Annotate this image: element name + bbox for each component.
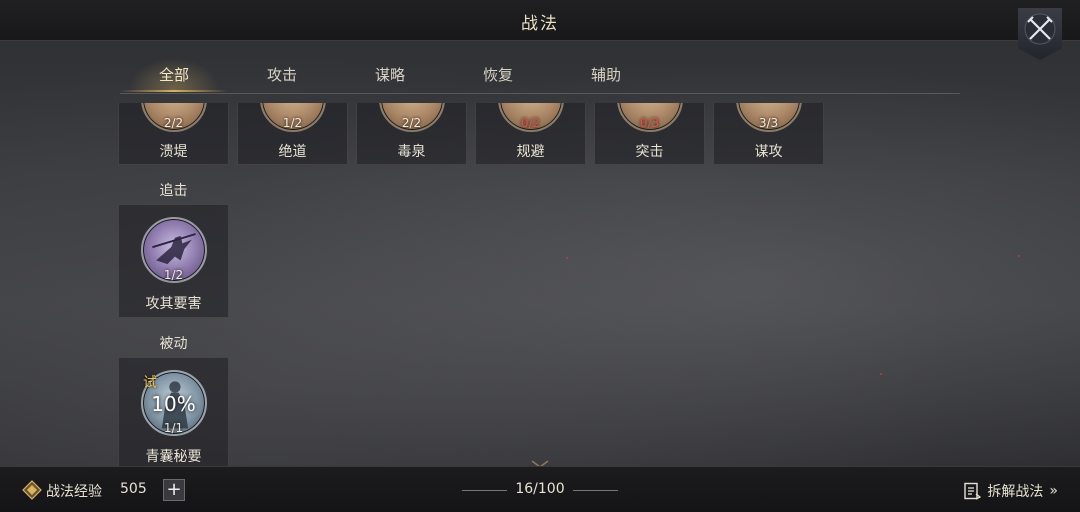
skill-card[interactable]: 0/3 突击: [594, 103, 705, 165]
page-title: 战法: [521, 14, 559, 34]
divider: [573, 490, 618, 491]
skill-name: 绝道: [278, 144, 307, 160]
skill-count-total: 16/100: [515, 481, 565, 497]
skill-count: 1/1: [163, 421, 184, 435]
skill-count: 2/2: [163, 116, 184, 130]
skill-list[interactable]: 2/2 溃堤 1/2 绝道 2/2 毒泉 0/2 规避 0/3 突击 3/3 谋…: [0, 103, 1080, 466]
double-chevron-right-icon: »: [1049, 483, 1058, 499]
skill-name: 青囊秘要: [145, 449, 202, 465]
skill-card[interactable]: 1/2 攻其要害: [118, 204, 229, 318]
skill-card[interactable]: 试 10% 1/1 青囊秘要: [118, 357, 229, 466]
bottom-bar: 战法经验 505 + 16/100 拆解战法 »: [0, 466, 1080, 512]
tab-attack[interactable]: 攻击: [228, 64, 336, 85]
skill-count: 1/2: [163, 268, 184, 282]
ember-particle: [1018, 255, 1020, 257]
skill-card[interactable]: 2/2 毒泉: [356, 103, 467, 165]
skill-name: 规避: [516, 144, 545, 160]
trial-badge: 试: [143, 375, 157, 391]
crossed-swords-icon: [1024, 13, 1056, 45]
decompose-label: 拆解战法: [987, 484, 1044, 500]
skill-count: 0/2: [520, 116, 541, 130]
skill-name: 突击: [635, 144, 664, 160]
category-tabs: 全部 攻击 谋略 恢复 辅助: [120, 58, 960, 94]
decompose-skills-button[interactable]: 拆解战法 »: [963, 480, 1058, 502]
skill-card[interactable]: 3/3 谋攻: [713, 103, 824, 165]
skill-count: 3/3: [758, 116, 779, 130]
ember-particle: [880, 373, 882, 375]
tab-strategy[interactable]: 谋略: [336, 64, 444, 85]
document-list-icon: [964, 482, 982, 500]
skill-name: 毒泉: [397, 144, 426, 160]
section-label-passive: 被动: [159, 336, 188, 352]
skill-card[interactable]: 0/2 规避: [475, 103, 586, 165]
skill-name: 攻其要害: [145, 296, 202, 312]
tab-support[interactable]: 辅助: [552, 64, 660, 85]
tab-recovery[interactable]: 恢复: [444, 64, 552, 85]
skill-count: 0/3: [639, 116, 660, 130]
skill-count: 2/2: [401, 116, 422, 130]
close-button[interactable]: [1018, 8, 1062, 60]
skill-count: 1/2: [282, 116, 303, 130]
ember-particle: [566, 257, 568, 259]
section-label-pursuit: 追击: [159, 183, 188, 199]
skill-card[interactable]: 2/2 溃堤: [118, 103, 229, 165]
skill-card[interactable]: 1/2 绝道: [237, 103, 348, 165]
tab-all[interactable]: 全部: [120, 64, 228, 85]
skill-name: 溃堤: [159, 144, 188, 160]
top-bar: 战法: [0, 0, 1080, 41]
skill-name: 谋攻: [754, 144, 783, 160]
active-tab-underline: [120, 90, 228, 92]
skill-progress-percent: 10%: [151, 392, 196, 416]
